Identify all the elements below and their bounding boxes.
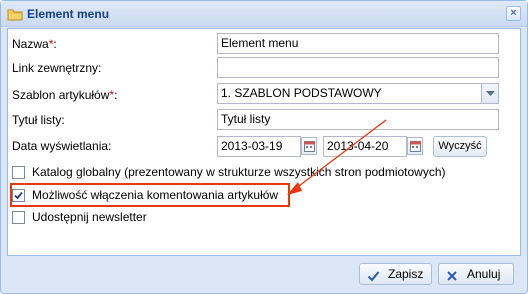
cancel-button[interactable]: Anuluj xyxy=(438,263,514,285)
save-button[interactable]: Zapisz xyxy=(359,263,432,285)
checkmark-icon xyxy=(367,268,380,288)
titlebar: Element menu × xyxy=(1,1,527,27)
annotation-arrow xyxy=(287,119,387,195)
save-label: Zapisz xyxy=(388,267,424,281)
dialog-window: Element menu × Nazwa*: Element menu Link… xyxy=(0,0,528,294)
form-panel: Nazwa*: Element menu Link zewnętrzny: Sz… xyxy=(7,28,521,256)
close-button[interactable]: × xyxy=(506,6,521,21)
close-icon: × xyxy=(510,7,517,19)
folder-icon xyxy=(7,7,23,21)
cancel-icon xyxy=(446,268,458,288)
cancel-label: Anuluj xyxy=(467,267,501,281)
window-title: Element menu xyxy=(27,7,110,21)
